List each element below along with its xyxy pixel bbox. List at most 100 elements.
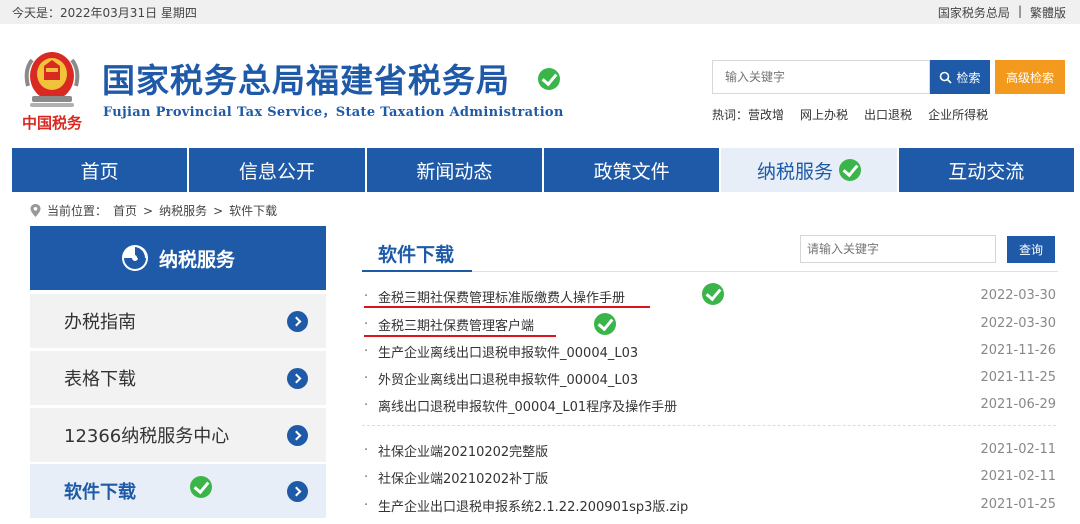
list-item: · 金税三期社保费管理标准版缴费人操作手册 2022-03-30 [364,283,1056,307]
publish-date: 2021-01-25 [980,497,1056,512]
chevron-right-icon [287,425,308,446]
bullet: · [364,316,369,332]
top-bar: 今天是：2022年03月31日 星期四 国家税务总局 | 繁體版 [0,0,1080,24]
nav-item-tax-service[interactable]: 纳税服务 [721,148,899,192]
advanced-search-button[interactable]: 高级检索 [995,60,1065,94]
sidebar-heading-label: 纳税服务 [158,248,235,271]
red-underline-annotation [364,335,556,337]
nav-item-policy[interactable]: 政策文件 [544,148,722,192]
hot-word-item[interactable]: 网上办税 [800,106,848,123]
link-traditional[interactable]: 繁體版 [1030,4,1066,21]
hot-words-label: 热词： [712,108,749,122]
check-icon [538,68,560,90]
document-link[interactable]: 生产企业离线出口退税申报软件_00004_L03 [378,342,638,361]
location-pin-icon [30,204,41,217]
bullet: · [364,497,369,513]
sidebar-item-label: 软件下载 [64,482,136,503]
sidebar-item-guide[interactable]: 办税指南 [30,294,326,348]
sidebar-item-12366[interactable]: 12366纳税服务中心 [30,408,326,462]
list-item: · 外贸企业离线出口退税申报软件_00004_L03 2021-11-25 [364,367,1056,389]
section-title: 软件下载 [378,244,455,266]
publish-date: 2021-11-26 [980,343,1056,358]
breadcrumb-sep: > [213,203,224,218]
list-item: · 离线出口退税申报软件_00004_L01程序及操作手册 2021-06-29 [364,394,1056,416]
publish-date: 2022-03-30 [980,316,1056,331]
nav-item-label: 互动交流 [948,160,1025,183]
document-link[interactable]: 金税三期社保费管理标准版缴费人操作手册 [378,287,625,306]
hot-word-item[interactable]: 企业所得税 [928,106,988,123]
hot-word-item[interactable]: 出口退税 [864,106,912,123]
check-icon [190,476,212,498]
nav-item-home[interactable]: 首页 [12,148,190,192]
section-title-underline [362,270,472,272]
list-item: · 生产企业离线出口退税申报软件_00004_L03 2021-11-26 [364,340,1056,362]
document-link[interactable]: 外贸企业离线出口退税申报软件_00004_L03 [378,369,638,388]
hot-word-item[interactable]: 营改增 [748,106,784,123]
breadcrumb-current: 软件下载 [229,204,278,218]
document-link[interactable]: 社保企业端20210202补丁版 [378,468,548,487]
chevron-right-icon [287,311,308,332]
list-item: · 生产企业出口退税申报系统2.1.22.200901sp3版.zip 2021… [364,494,1056,516]
list-item: · 社保企业端20210202完整版 2021-02-11 [364,439,1056,461]
list-item: · 社保企业端20210202补丁版 2021-02-11 [364,466,1056,488]
publish-date: 2021-02-11 [980,442,1056,457]
breadcrumb-home[interactable]: 首页 [113,202,137,219]
nav-item-label: 信息公开 [238,160,315,183]
list-group-divider [362,425,1056,426]
publish-date: 2021-06-29 [980,397,1056,412]
site-subtitle: Fujian Provincial Tax Service，State Taxa… [103,105,564,120]
publish-date: 2021-11-25 [980,370,1056,385]
bullet: · [364,469,369,485]
main-nav: 首页 信息公开 新闻动态 政策文件 纳税服务 互动交流 [12,148,1074,192]
tax-emblem-logo: 中国税务 [22,52,83,132]
bullet: · [364,288,369,304]
bullet: · [364,370,369,386]
hot-words: 热词： 营改增 网上办税 出口退税 企业所得税 [712,106,988,123]
sidebar-item-software-download[interactable]: 软件下载 [30,464,326,518]
site-title: 国家税务总局福建省税务局 [102,61,510,100]
document-link[interactable]: 社保企业端20210202完整版 [378,441,548,460]
nav-item-label: 纳税服务 [756,160,833,183]
sidebar-item-label: 表格下载 [64,369,136,390]
document-link[interactable]: 金税三期社保费管理客户端 [378,315,534,334]
sidebar-item-label: 12366纳税服务中心 [64,426,230,447]
publish-date: 2022-03-30 [980,288,1056,303]
nav-item-info[interactable]: 信息公开 [189,148,367,192]
current-date: 今天是：2022年03月31日 星期四 [12,6,197,20]
check-icon [702,283,724,305]
query-button[interactable]: 查询 [1007,236,1055,263]
check-icon [594,313,616,335]
list-item: 金税三期社保费管理客户端 · 金税三期社保费管理客户端 2022-03-30 [364,313,1056,335]
nav-item-interaction[interactable]: 互动交流 [899,148,1074,192]
breadcrumb-tax-service[interactable]: 纳税服务 [159,202,207,219]
publish-date: 2021-02-11 [980,469,1056,484]
top-links: 国家税务总局 | 繁體版 [938,4,1066,21]
check-icon [838,159,861,181]
breadcrumb: 当前位置： 首页 > 纳税服务 > 软件下载 [30,202,277,219]
link-sta[interactable]: 国家税务总局 [938,4,1010,21]
link-separator: | [1017,4,1022,18]
search-button-label: 检索 [956,70,981,85]
breadcrumb-sep: > [143,203,154,218]
nav-item-news[interactable]: 新闻动态 [367,148,544,192]
bullet: · [364,397,369,413]
site-search-input[interactable] [712,60,930,94]
service-swirl-icon [121,245,148,271]
chevron-right-icon [287,481,308,502]
sidebar-item-label: 办税指南 [64,312,136,333]
nav-item-label: 首页 [80,160,119,183]
svg-text:中国税务: 中国税务 [22,114,83,132]
breadcrumb-label: 当前位置： [47,204,108,218]
keyword-search-input[interactable] [800,235,996,263]
document-link[interactable]: 生产企业出口退税申报系统2.1.22.200901sp3版.zip [378,496,688,515]
sidebar-item-forms[interactable]: 表格下载 [30,351,326,405]
red-underline-annotation [364,306,650,308]
document-link[interactable]: 离线出口退税申报软件_00004_L01程序及操作手册 [378,396,677,415]
nav-item-label: 政策文件 [593,160,670,183]
search-button[interactable]: 检索 [930,60,990,94]
nav-item-label: 新闻动态 [416,160,493,183]
bullet: · [364,343,369,359]
chevron-right-icon [287,368,308,389]
search-icon [940,71,953,84]
sidebar-heading: 纳税服务 [30,226,326,290]
